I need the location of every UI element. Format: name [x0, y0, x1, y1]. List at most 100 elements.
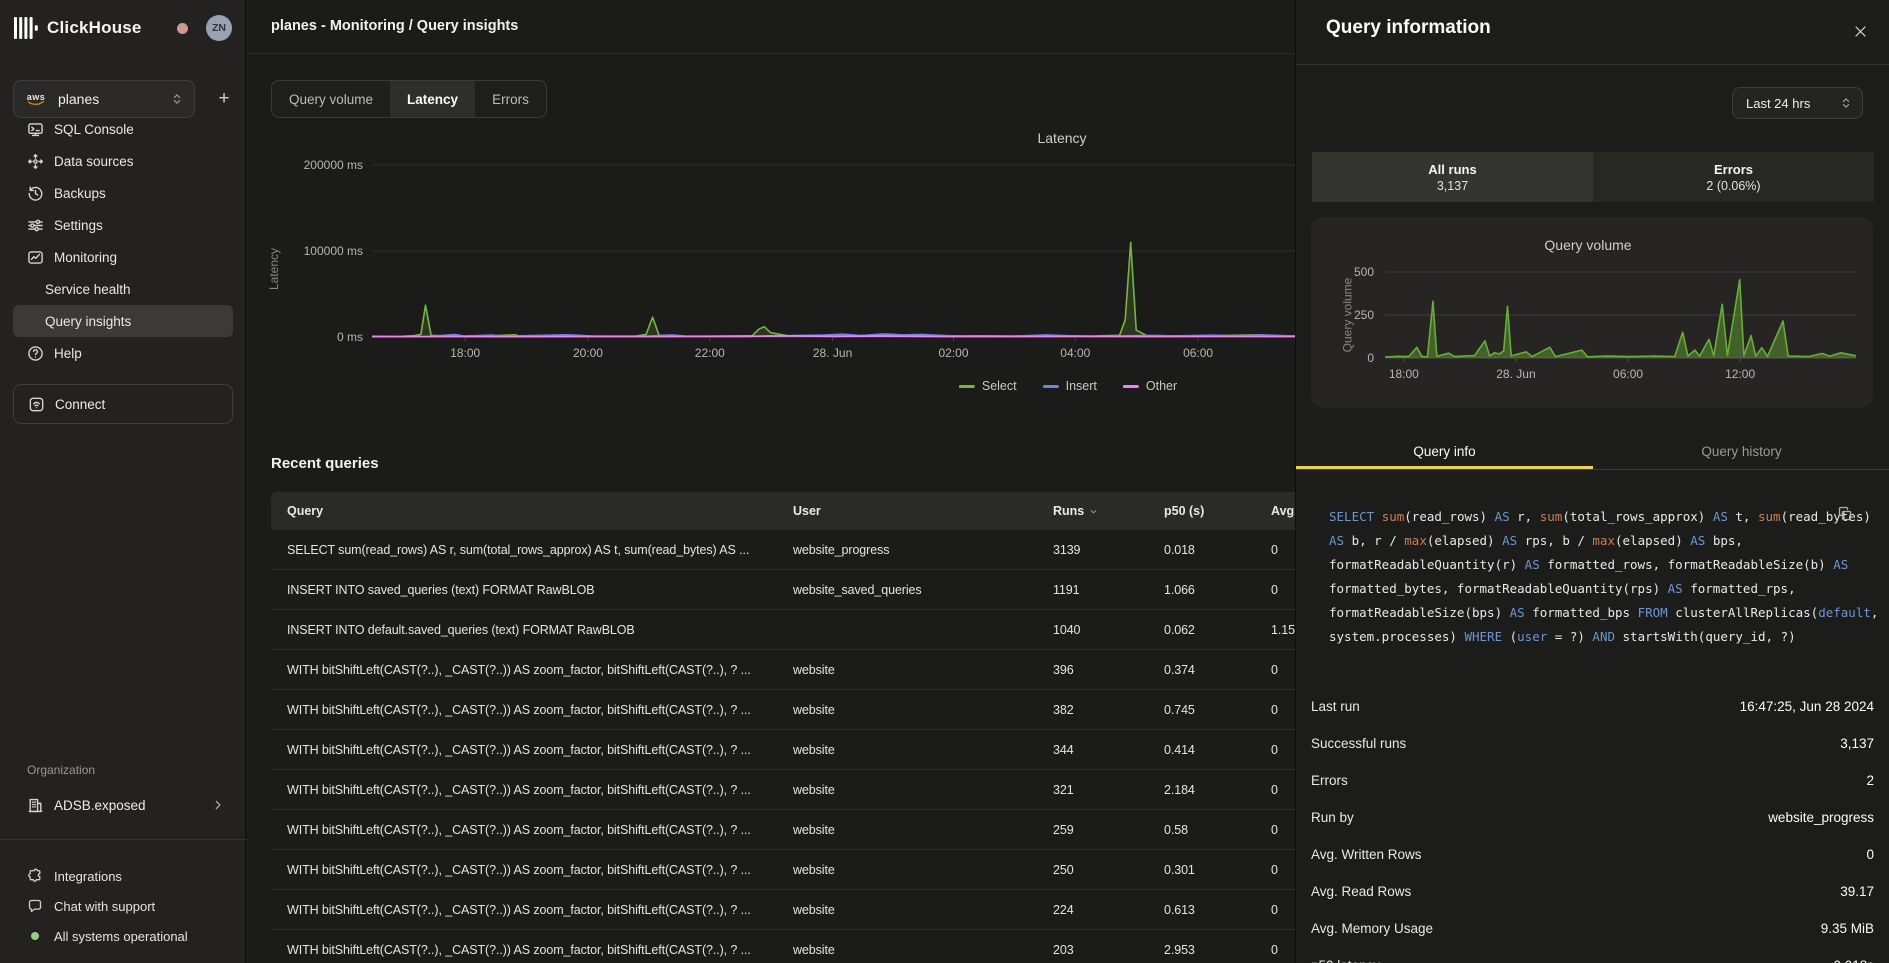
app-root: ClickHouse ZN aws planes + SQL ConsoleDa… [0, 0, 1889, 963]
time-range-select[interactable]: Last 24 hrs [1732, 87, 1863, 119]
time-range-value: Last 24 hrs [1746, 96, 1839, 111]
tab-query-history[interactable]: Query history [1593, 433, 1889, 469]
query-cell: INSERT INTO default.saved_queries (text)… [271, 623, 793, 637]
sidebar-item-data-sources[interactable]: Data sources [13, 145, 233, 177]
x-tick-label: 28. Jun [813, 346, 852, 360]
table-row[interactable]: INSERT INTO saved_queries (text) FORMAT … [271, 570, 1295, 610]
query-cell: WITH bitShiftLeft(CAST(?..), _CAST(?..))… [271, 943, 793, 957]
copy-icon[interactable] [1837, 506, 1853, 522]
toggle-errors[interactable]: Errors2 (0.06%) [1593, 152, 1874, 202]
legend-item-insert[interactable]: Insert [1043, 379, 1097, 393]
tab-query-volume[interactable]: Query volume [272, 81, 390, 117]
column-header-runs[interactable]: Runs [1053, 504, 1164, 518]
organization-heading: Organization [27, 763, 95, 777]
legend-item-select[interactable]: Select [959, 379, 1017, 393]
stat-value: 0.018s [1833, 958, 1874, 963]
table-row[interactable]: WITH bitShiftLeft(CAST(?..), _CAST(?..))… [271, 770, 1295, 810]
table-row[interactable]: WITH bitShiftLeft(CAST(?..), _CAST(?..))… [271, 650, 1295, 690]
x-tick-label: 18:00 [450, 346, 480, 360]
query-cell: WITH bitShiftLeft(CAST(?..), _CAST(?..))… [271, 703, 793, 717]
stat-label: p50 latency [1311, 958, 1380, 963]
organization-icon [27, 797, 44, 814]
query-stats: Last run 16:47:25, Jun 28 2024 Successful … [1311, 688, 1874, 963]
legend-swatch [1043, 385, 1059, 388]
stat-label: Avg. Memory Usage [1311, 921, 1433, 936]
sidebar-item-settings[interactable]: Settings [13, 209, 233, 241]
stat-label: Last run [1311, 699, 1360, 714]
column-header-user[interactable]: User [793, 504, 1053, 518]
panel-divider [1296, 64, 1889, 65]
user-cell: website [793, 663, 1053, 677]
tab-query-info[interactable]: Query info [1296, 433, 1593, 469]
console-icon [27, 121, 44, 138]
p50-cell: 0.018 [1164, 543, 1271, 557]
y-tick-label: 0 [1284, 351, 1374, 365]
table-row[interactable]: SELECT sum(read_rows) AS r, sum(total_ro… [271, 530, 1295, 570]
avg-cell: 0 [1271, 703, 1295, 717]
y-tick-label: 250 [1284, 308, 1374, 322]
query-cell: SELECT sum(read_rows) AS r, sum(total_ro… [271, 543, 793, 557]
sidebar-item-label: Monitoring [54, 250, 117, 265]
sidebar-item-monitoring[interactable]: Monitoring [13, 241, 233, 273]
tab-errors[interactable]: Errors [475, 81, 546, 117]
footer-item-all-systems-operational[interactable]: All systems operational [13, 921, 233, 951]
sidebar-item-sql-console[interactable]: SQL Console [13, 113, 233, 145]
column-header-p50-s-[interactable]: p50 (s) [1164, 504, 1271, 518]
footer-item-label: Integrations [54, 869, 122, 884]
sidebar-item-help[interactable]: Help [13, 337, 233, 369]
x-tick-label: 04:00 [1060, 346, 1090, 360]
avg-cell: 0 [1271, 823, 1295, 837]
runs-cell: 3139 [1053, 543, 1164, 557]
avatar[interactable]: ZN [206, 15, 232, 41]
p50-cell: 1.066 [1164, 583, 1271, 597]
stat-row-successful-runs: Successful runs3,137 [1311, 725, 1874, 762]
table-row[interactable]: WITH bitShiftLeft(CAST(?..), _CAST(?..))… [271, 930, 1295, 963]
table-row[interactable]: WITH bitShiftLeft(CAST(?..), _CAST(?..))… [271, 690, 1295, 730]
organization-item[interactable]: ADSB.exposed [13, 789, 233, 821]
p50-cell: 2.953 [1164, 943, 1271, 957]
code-line: formatReadableSize(bps) AS formatted_bps… [1329, 601, 1869, 625]
table-row[interactable]: WITH bitShiftLeft(CAST(?..), _CAST(?..))… [271, 810, 1295, 850]
sidebar-item-backups[interactable]: Backups [13, 177, 233, 209]
table-row[interactable]: WITH bitShiftLeft(CAST(?..), _CAST(?..))… [271, 850, 1295, 890]
p50-cell: 0.301 [1164, 863, 1271, 877]
query-cell: WITH bitShiftLeft(CAST(?..), _CAST(?..))… [271, 663, 793, 677]
y-tick-label: 0 ms [273, 330, 363, 344]
close-icon[interactable] [1853, 24, 1868, 39]
p50-cell: 0.374 [1164, 663, 1271, 677]
runs-cell: 224 [1053, 903, 1164, 917]
stat-row-last-run: Last run 16:47:25, Jun 28 2024 [1311, 688, 1874, 725]
toggle-value: 2 (0.06%) [1706, 179, 1760, 193]
tab-latency[interactable]: Latency [390, 81, 475, 117]
table-row[interactable]: WITH bitShiftLeft(CAST(?..), _CAST(?..))… [271, 890, 1295, 930]
avg-cell: 0 [1271, 743, 1295, 757]
footer-item-integrations[interactable]: Integrations [13, 861, 233, 891]
sidebar-item-service-health[interactable]: Service health [13, 273, 233, 305]
query-volume-title: Query volume [1544, 237, 1631, 253]
connect-button[interactable]: Connect [13, 384, 233, 424]
service-name: planes [58, 91, 170, 107]
x-tick-label: 20:00 [573, 346, 603, 360]
avg-cell: 0 [1271, 663, 1295, 677]
column-header-avg[interactable]: Avg [1271, 504, 1295, 518]
x-tick-label: 06:00 [1183, 346, 1213, 360]
column-header-query[interactable]: Query [271, 504, 793, 518]
stat-value: 2 [1866, 773, 1874, 788]
notification-dot [177, 23, 188, 34]
stat-value: 16:47:25, Jun 28 2024 [1740, 699, 1874, 714]
runs-cell: 382 [1053, 703, 1164, 717]
p50-cell: 0.414 [1164, 743, 1271, 757]
table-row[interactable]: WITH bitShiftLeft(CAST(?..), _CAST(?..))… [271, 730, 1295, 770]
brand-name: ClickHouse [47, 18, 177, 38]
legend-item-other[interactable]: Other [1123, 379, 1177, 393]
user-cell: website [793, 903, 1053, 917]
runs-cell: 321 [1053, 783, 1164, 797]
p50-cell: 0.745 [1164, 703, 1271, 717]
avg-cell: 0 [1271, 543, 1295, 557]
toggle-all-runs[interactable]: All runs3,137 [1312, 152, 1593, 202]
table-row[interactable]: INSERT INTO default.saved_queries (text)… [271, 610, 1295, 650]
sidebar-item-query-insights[interactable]: Query insights [13, 305, 233, 337]
runs-cell: 250 [1053, 863, 1164, 877]
status-dot [31, 932, 39, 940]
footer-item-chat-with-support[interactable]: Chat with support [13, 891, 233, 921]
